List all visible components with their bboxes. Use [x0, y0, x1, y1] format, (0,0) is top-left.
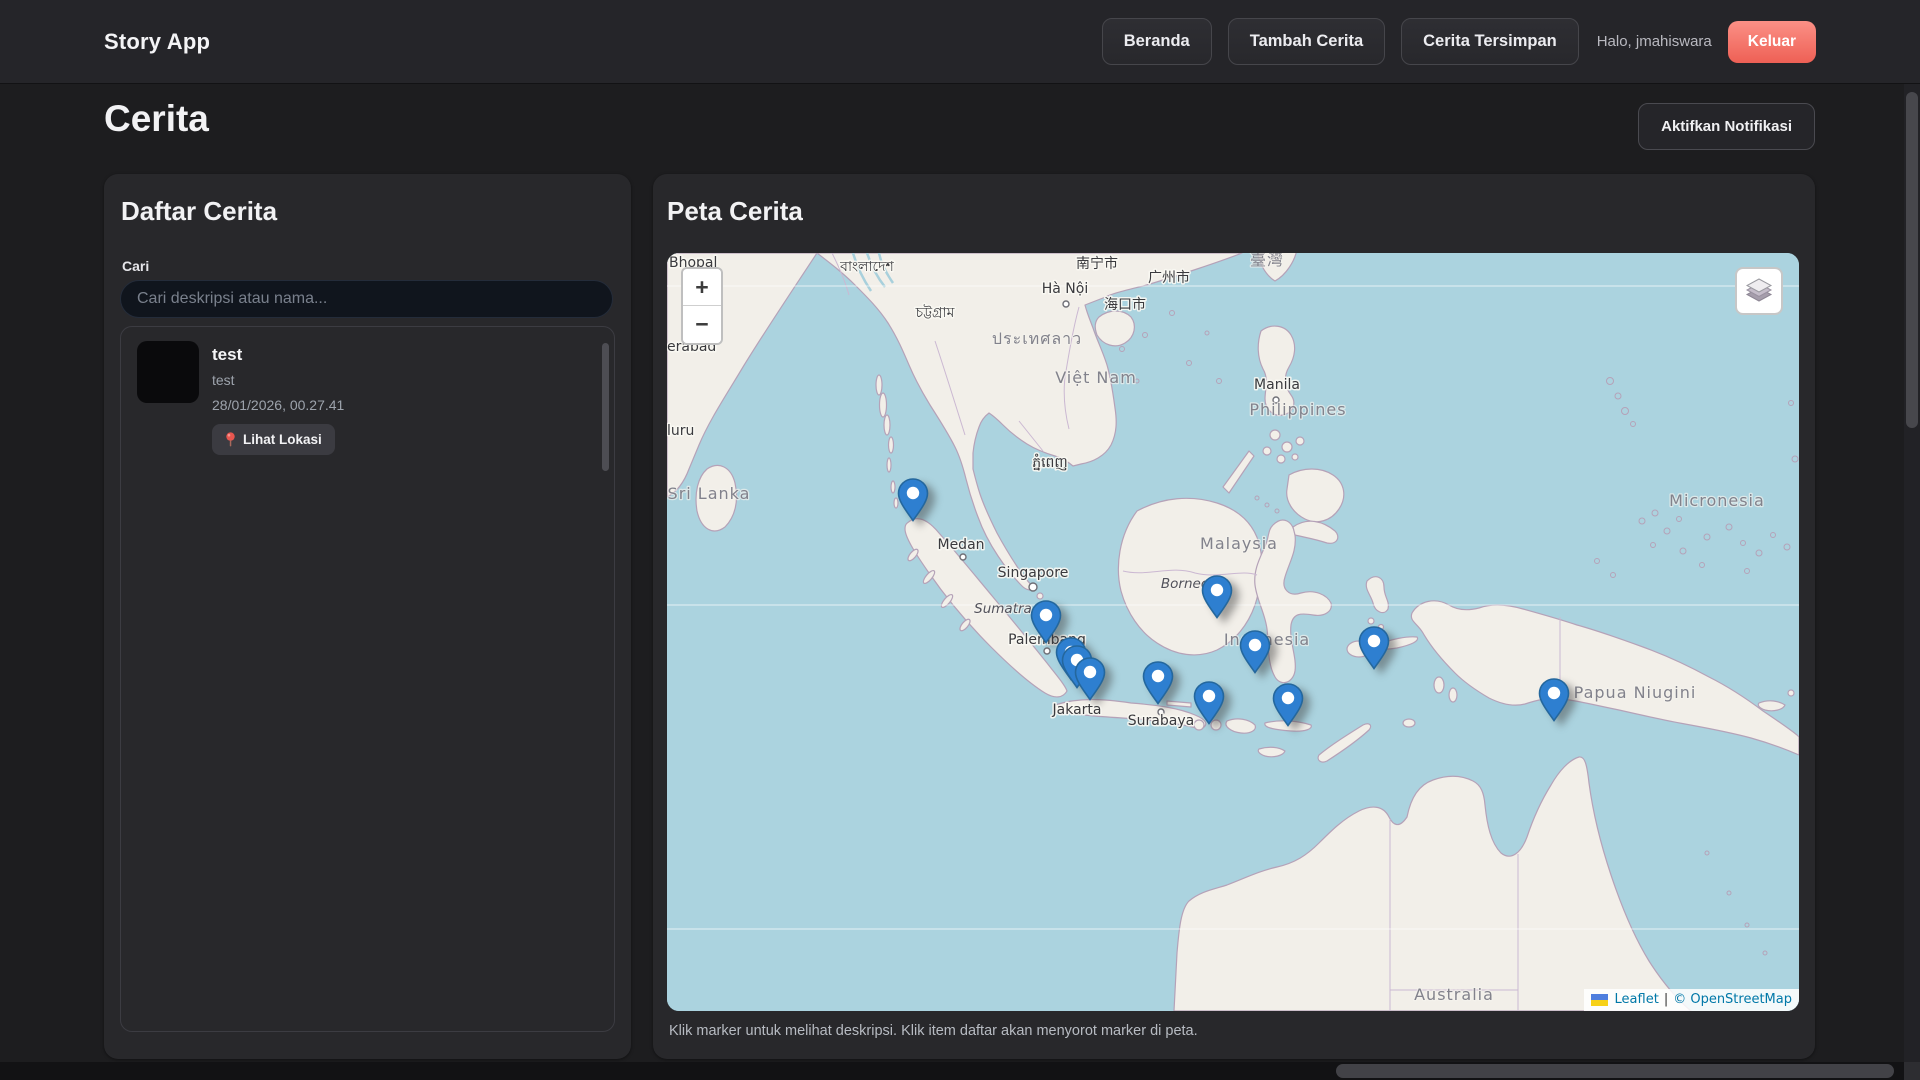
- map-label: Philippines: [1249, 400, 1346, 419]
- map-label: Malaysia: [1200, 534, 1278, 553]
- story-list-panel: Daftar Cerita Cari test test 28/01/2026,…: [104, 174, 631, 1059]
- map-hint-text: Klik marker untuk melihat deskripsi. Kli…: [669, 1023, 1198, 1039]
- map-label: বাংলাদেশ: [839, 259, 894, 275]
- story-map[interactable]: Bhopalerabadluruবাংলাদেশচট্টগ্রামHà Nội南…: [667, 253, 1799, 1011]
- scrollbar-corner: [1904, 1062, 1920, 1080]
- search-input[interactable]: [120, 280, 613, 318]
- map-label: Singapore: [998, 565, 1069, 581]
- map-label: Medan: [937, 537, 984, 553]
- map-label: Sumatra: [974, 601, 1032, 617]
- map-panel-title: Peta Cerita: [667, 196, 803, 227]
- map-label: Papua Niugini: [1574, 683, 1697, 702]
- app-title: Story App: [104, 29, 210, 55]
- location-pin-icon: [225, 432, 236, 447]
- map-label: Micronesia: [1669, 491, 1765, 510]
- city-dot: [1029, 583, 1037, 591]
- story-list-title: Daftar Cerita: [121, 196, 277, 227]
- user-greeting: Halo, jmahiswara: [1597, 33, 1712, 50]
- app-header: Story App Beranda Tambah Cerita Cerita T…: [0, 0, 1920, 84]
- map-label: ประเทศลาว: [992, 329, 1082, 348]
- nav-tambah-cerita-button[interactable]: Tambah Cerita: [1228, 18, 1385, 65]
- enable-notifications-button[interactable]: Aktifkan Notifikasi: [1638, 103, 1815, 150]
- city-dot: [960, 554, 966, 560]
- page-title: Cerita: [104, 98, 209, 140]
- map-label: 南宁市: [1076, 255, 1118, 272]
- zoom-in-button[interactable]: +: [683, 269, 721, 306]
- story-description: test: [212, 372, 344, 388]
- story-item-body: test test 28/01/2026, 00.27.41 Lihat Lok…: [212, 341, 344, 455]
- vertical-scrollbar[interactable]: [1904, 84, 1920, 1062]
- city-dot: [1063, 301, 1069, 307]
- map-label: 海口市: [1104, 296, 1146, 313]
- view-location-label: Lihat Lokasi: [243, 432, 322, 447]
- horizontal-scrollbar-thumb[interactable]: [1336, 1064, 1894, 1078]
- map-label: 臺灣: [1250, 253, 1284, 269]
- layers-icon: [1744, 277, 1774, 305]
- map-label: Surabaya: [1128, 713, 1194, 729]
- story-thumbnail: [137, 341, 199, 403]
- map-label: চট্টগ্রাম: [915, 304, 955, 321]
- map-label: Việt Nam: [1055, 368, 1137, 387]
- map-label: Manila: [1254, 377, 1300, 393]
- story-title: test: [212, 345, 344, 365]
- story-date: 28/01/2026, 00.27.41: [212, 397, 344, 413]
- logout-button[interactable]: Keluar: [1728, 21, 1816, 63]
- horizontal-scrollbar[interactable]: [0, 1062, 1904, 1080]
- vertical-scrollbar-thumb[interactable]: [1906, 92, 1918, 428]
- map-canvas: Bhopalerabadluruবাংলাদেশচট্টগ্রামHà Nội南…: [667, 253, 1799, 1011]
- city-dot: [1044, 648, 1050, 654]
- nav-beranda-button[interactable]: Beranda: [1102, 18, 1212, 65]
- map-label: Sri Lanka: [668, 484, 751, 503]
- map-label: Jakarta: [1052, 702, 1102, 718]
- map-label: Hà Nội: [1042, 281, 1088, 297]
- search-label: Cari: [122, 258, 149, 274]
- map-label: 广州市: [1148, 269, 1190, 286]
- zoom-out-button[interactable]: −: [683, 306, 721, 343]
- map-label: Australia: [1414, 985, 1494, 1004]
- view-location-button[interactable]: Lihat Lokasi: [212, 424, 335, 455]
- openstreetmap-link[interactable]: © OpenStreetMap: [1673, 992, 1792, 1007]
- map-layers-control[interactable]: [1735, 267, 1783, 315]
- story-list-item[interactable]: test test 28/01/2026, 00.27.41 Lihat Lok…: [121, 327, 614, 469]
- map-zoom-control: + −: [681, 267, 723, 345]
- attribution-separator: |: [1664, 992, 1668, 1007]
- list-scrollbar-thumb[interactable]: [602, 343, 609, 471]
- nav-cerita-tersimpan-button[interactable]: Cerita Tersimpan: [1401, 18, 1579, 65]
- map-attribution: Leaflet | © OpenStreetMap: [1584, 989, 1799, 1011]
- story-list: test test 28/01/2026, 00.27.41 Lihat Lok…: [120, 326, 615, 1032]
- map-panel: Peta Cerita: [653, 174, 1815, 1059]
- map-label: luru: [667, 423, 694, 439]
- ukraine-flag-icon: [1591, 994, 1608, 1006]
- leaflet-link[interactable]: Leaflet: [1615, 992, 1659, 1007]
- map-label: ភ្នំពេញ: [1032, 453, 1068, 471]
